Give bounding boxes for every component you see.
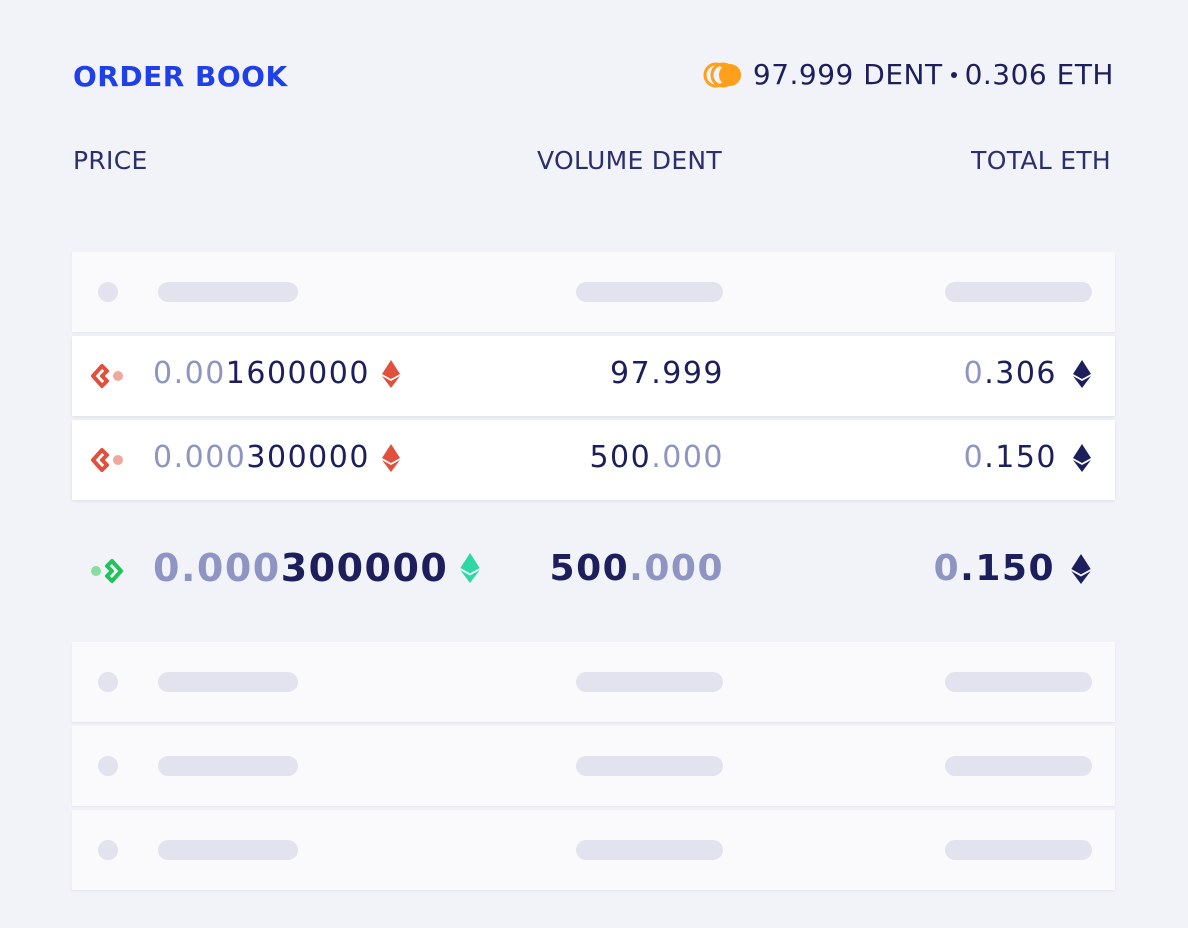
placeholder-dot [98, 282, 118, 302]
balance-eth: 0.306 ETH [964, 58, 1114, 91]
order-total: 0.150 [934, 548, 1091, 589]
eth-icon [381, 443, 400, 472]
order-price: 0.000 300000 [153, 440, 400, 475]
placeholder-bar [158, 756, 298, 776]
order-total: 0.150 [964, 440, 1091, 475]
eth-icon [1073, 359, 1091, 388]
order-price: 0.00 1600000 [153, 356, 400, 391]
placeholder-bar [945, 672, 1092, 692]
placeholder-bar [158, 840, 298, 860]
separator-dot [950, 71, 957, 78]
column-header-price[interactable]: PRICE [73, 146, 148, 175]
order-book-title: ORDER BOOK [73, 60, 288, 93]
placeholder-dot [98, 840, 118, 860]
order-price: 0.000 300000 [153, 546, 481, 590]
placeholder-bar [158, 672, 298, 692]
placeholder-bar [576, 282, 723, 302]
sell-order-row[interactable]: 0.00 1600000 97.999 0.306 [72, 336, 1115, 416]
order-total: 0.306 [964, 356, 1091, 391]
price-leading-zeros: 0.000 [153, 546, 281, 590]
placeholder-bar [945, 756, 1092, 776]
price-significant: 300000 [280, 546, 449, 590]
buy-order-row[interactable]: 0.000 300000 500.000 0.150 [72, 536, 1115, 606]
placeholder-bar [576, 672, 723, 692]
placeholder-row [72, 642, 1115, 722]
placeholder-bar [945, 282, 1092, 302]
eth-icon [381, 359, 400, 388]
sell-arrow-icon [91, 364, 123, 388]
placeholder-bar [158, 282, 298, 302]
dent-coin-icon [703, 62, 741, 87]
buy-arrow-icon [91, 559, 123, 583]
order-volume: 500.000 [549, 548, 724, 589]
price-significant: 300000 [246, 440, 370, 475]
order-volume: 500.000 [589, 440, 724, 475]
column-header-volume[interactable]: VOLUME DENT [537, 146, 722, 175]
order-volume: 97.999 [610, 356, 724, 391]
placeholder-row [72, 252, 1115, 332]
placeholder-dot [98, 756, 118, 776]
sell-order-row[interactable]: 0.000 300000 500.000 0.150 [72, 420, 1115, 500]
balance-dent: 97.999 DENT [752, 58, 943, 91]
placeholder-dot [98, 672, 118, 692]
eth-icon [1071, 553, 1091, 584]
price-leading-zeros: 0.00 [153, 356, 226, 391]
balance-summary: 97.999 DENT 0.306 ETH [703, 58, 1114, 91]
placeholder-bar [576, 840, 723, 860]
eth-icon [460, 553, 481, 583]
placeholder-bar [576, 756, 723, 776]
eth-icon [1073, 443, 1091, 472]
price-significant: 1600000 [225, 356, 370, 391]
placeholder-row [72, 726, 1115, 806]
placeholder-bar [945, 840, 1092, 860]
price-leading-zeros: 0.000 [153, 440, 247, 475]
column-header-total[interactable]: TOTAL ETH [971, 146, 1111, 175]
sell-arrow-icon [91, 448, 123, 472]
placeholder-row [72, 810, 1115, 890]
